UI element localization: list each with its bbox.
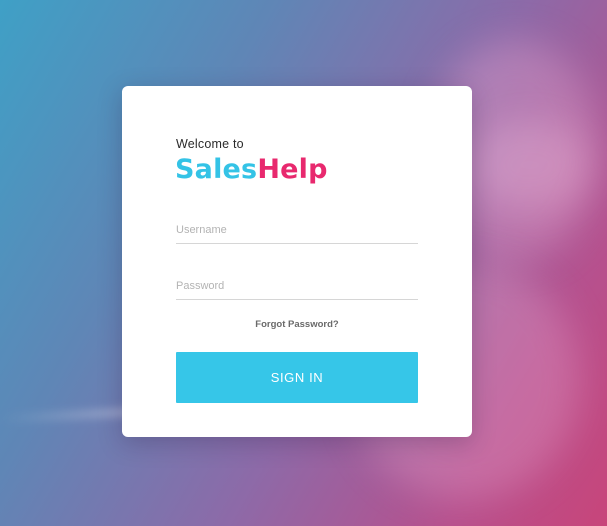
brand-logo-sales: Sales xyxy=(175,154,258,185)
brand-logo-help: Help xyxy=(257,154,328,185)
username-input[interactable] xyxy=(176,219,418,244)
sign-in-button[interactable]: SIGN IN xyxy=(176,352,418,403)
background-bokeh xyxy=(470,120,590,210)
login-card: Welcome to SalesHelp Forgot Password? SI… xyxy=(122,86,472,437)
password-input[interactable] xyxy=(176,275,418,300)
brand-logo: SalesHelp xyxy=(175,152,328,188)
welcome-text: Welcome to xyxy=(176,137,244,151)
forgot-password-link[interactable]: Forgot Password? xyxy=(122,319,472,330)
login-page: { "login": { "welcome_text": "Welcome to… xyxy=(0,0,607,526)
